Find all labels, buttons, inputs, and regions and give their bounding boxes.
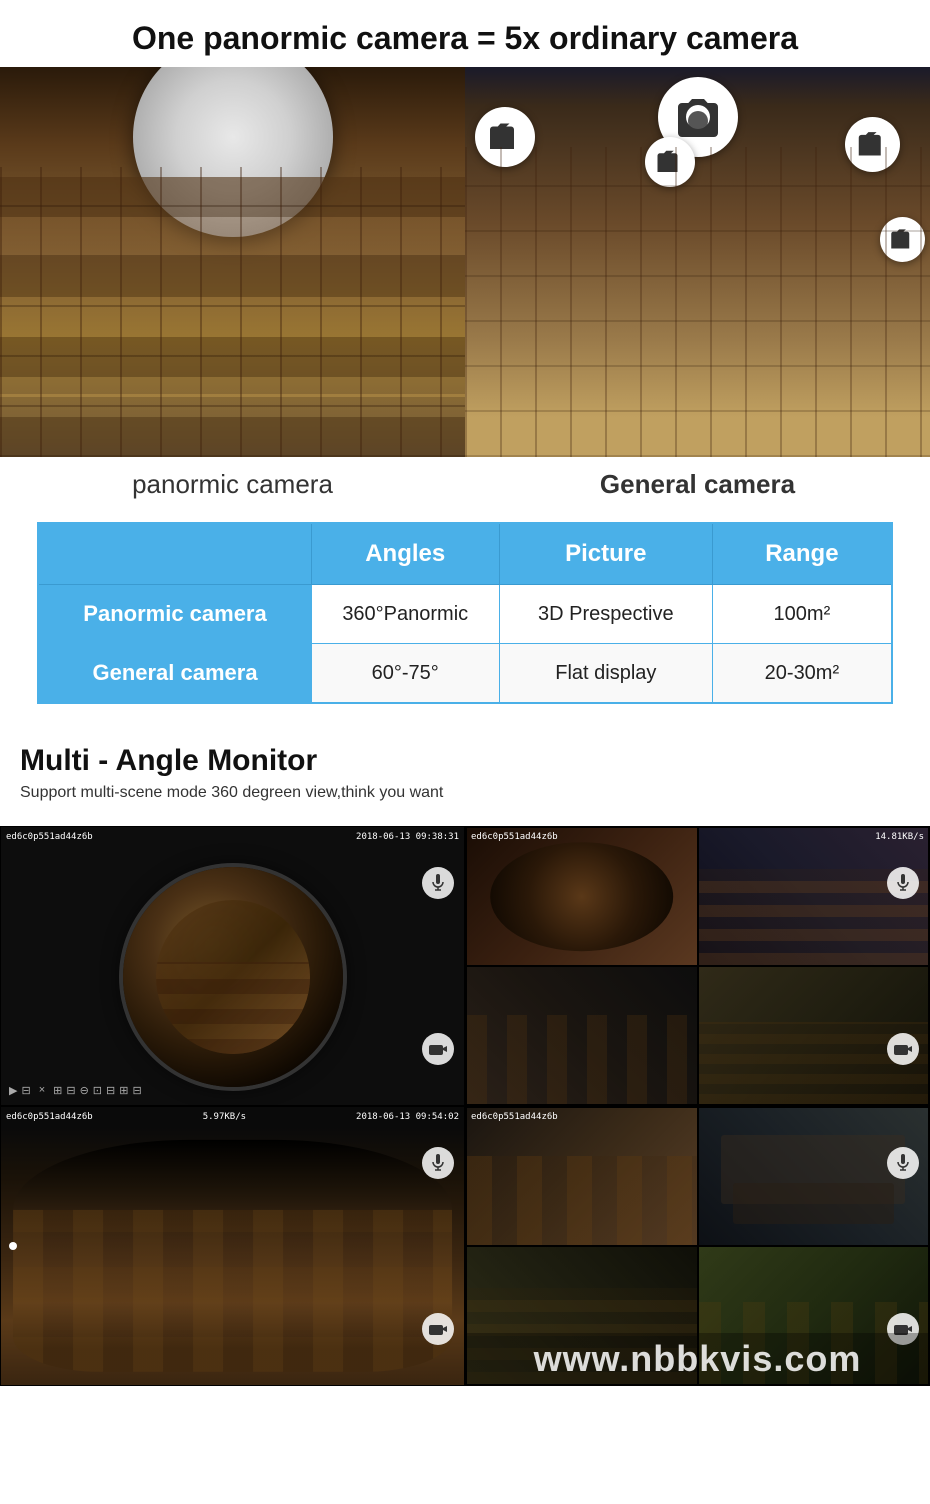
side-camera-icon-1	[475, 107, 535, 167]
comparison-table: Angles Picture Range Panormic camera 360…	[37, 522, 893, 704]
panormic-scene	[0, 67, 465, 457]
device-id-4: ed6c0p551ad44z6b	[471, 1112, 558, 1122]
page-title: One panormic camera = 5x ordinary camera	[10, 20, 920, 57]
general-label: General camera	[465, 457, 930, 512]
device-id-3: ed6c0p551ad44z6b	[6, 1112, 93, 1122]
general-scene	[465, 67, 930, 457]
mic-btn-1[interactable]	[422, 867, 454, 899]
general-row-range: 20-30m²	[713, 644, 892, 704]
side-camera-icon-4	[880, 217, 925, 262]
monitor-feed-2: ed6c0p551ad44z6b 14.81KB/s	[465, 826, 930, 1106]
table-row-general: General camera 60°-75° Flat display 20-3…	[38, 644, 892, 704]
general-row-angles: 60°-75°	[311, 644, 499, 704]
barrel-scene	[1, 1127, 464, 1385]
camera-btn-2[interactable]	[887, 1033, 919, 1065]
camera-labels: panormic camera General camera	[0, 457, 930, 512]
watermark: www.nbbkvis.com	[466, 1333, 929, 1385]
timestamp-1: 2018-06-13 09:38:31	[356, 832, 459, 842]
device-id-1: ed6c0p551ad44z6b	[6, 832, 93, 842]
table-row-panormic: Panormic camera 360°Panormic 3D Prespect…	[38, 585, 892, 644]
multi-angle-section: Multi - Angle Monitor Support multi-scen…	[0, 724, 930, 812]
general-row-picture: Flat display	[499, 644, 712, 704]
sub-feed-2-1	[466, 827, 698, 966]
speed-3: 5.97KB/s	[203, 1112, 246, 1122]
camera-comparison	[0, 67, 930, 457]
table-header-angles: Angles	[311, 523, 499, 585]
panormic-row-picture: 3D Prespective	[499, 585, 712, 644]
speed-2: 14.81KB/s	[875, 832, 924, 842]
overlay-top-3: ed6c0p551ad44z6b 5.97KB/s 2018-06-13 09:…	[6, 1112, 459, 1122]
panormic-row-angles: 360°Panormic	[311, 585, 499, 644]
monitor-feed-1: ed6c0p551ad44z6b 2018-06-13 09:38:31 ▶ ⊟…	[0, 826, 465, 1106]
overlay-top-2: ed6c0p551ad44z6b 14.81KB/s	[471, 832, 924, 842]
multi-angle-subtitle: Support multi-scene mode 360 degreen vie…	[20, 784, 910, 802]
device-id-2: ed6c0p551ad44z6b	[471, 832, 558, 842]
sub-feed-4-1	[466, 1107, 698, 1246]
side-camera-icon-3	[645, 137, 695, 187]
page-header: One panormic camera = 5x ordinary camera	[0, 0, 930, 67]
overlay-top-4: ed6c0p551ad44z6b	[471, 1112, 924, 1122]
monitor-feed-3: ed6c0p551ad44z6b 5.97KB/s 2018-06-13 09:…	[0, 1106, 465, 1386]
table-header-empty	[38, 523, 311, 585]
general-row-label: General camera	[38, 644, 311, 704]
monitor-grid: ed6c0p551ad44z6b 2018-06-13 09:38:31 ▶ ⊟…	[0, 826, 930, 1386]
mic-btn-4[interactable]	[887, 1147, 919, 1179]
table-header-range: Range	[713, 523, 892, 585]
panormic-label: panormic camera	[0, 457, 465, 512]
mic-btn-2[interactable]	[887, 867, 919, 899]
side-camera-icon-2	[845, 117, 900, 172]
general-camera-block	[465, 67, 930, 457]
overlay-top-1: ed6c0p551ad44z6b 2018-06-13 09:38:31	[6, 832, 459, 842]
timestamp-3: 2018-06-13 09:54:02	[356, 1112, 459, 1122]
sub-feed-2-3	[466, 966, 698, 1105]
panormic-row-label: Panormic camera	[38, 585, 311, 644]
camera-btn-1[interactable]	[422, 1033, 454, 1065]
controls-1: ▶ ⊟ × ⊞ ⊟ ⊖ ⊡ ⊟ ⊞ ⊟	[9, 1084, 142, 1097]
table-header-picture: Picture	[499, 523, 712, 585]
panormic-camera-block	[0, 67, 465, 457]
mic-btn-3[interactable]	[422, 1147, 454, 1179]
monitor-feed-4: ed6c0p551ad44z6b www.nbbkvis.com	[465, 1106, 930, 1386]
camera-btn-3[interactable]	[422, 1313, 454, 1345]
panormic-row-range: 100m²	[713, 585, 892, 644]
dot-indicator-3	[9, 1242, 17, 1250]
fisheye-circle-1	[123, 867, 343, 1087]
multi-angle-title: Multi - Angle Monitor	[20, 744, 910, 778]
